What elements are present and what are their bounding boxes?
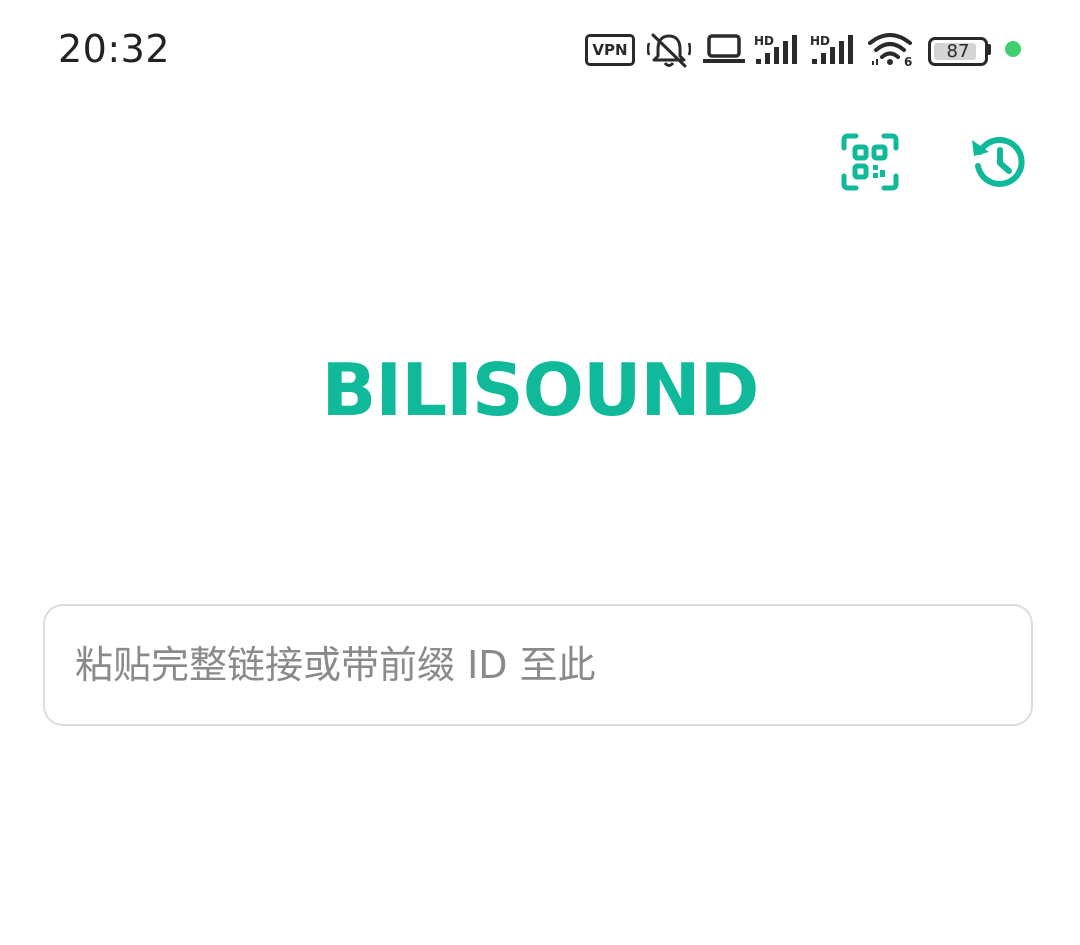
- battery-icon: 87: [928, 37, 988, 66]
- history-button[interactable]: [966, 130, 1030, 194]
- laptop-icon: [703, 34, 745, 63]
- qr-scan-button[interactable]: [838, 130, 902, 194]
- wifi-icon: 6: [868, 33, 912, 67]
- svg-text:6: 6: [904, 55, 912, 67]
- muted-bell-icon: [647, 33, 691, 68]
- battery-percent: 87: [946, 41, 970, 62]
- app-title: BILISOUND: [321, 348, 760, 432]
- battery-cap: [987, 44, 991, 55]
- active-dot-icon: [1005, 41, 1021, 57]
- qr-scan-icon: [841, 133, 899, 191]
- svg-text:HD: HD: [810, 34, 830, 48]
- svg-text:HD: HD: [754, 34, 774, 48]
- vpn-icon: VPN: [585, 34, 635, 66]
- app-screen: 20:32 VPN HD HD 6 87 BILISOUND 粘贴完整链接或带前…: [0, 0, 1080, 945]
- signal-hd-icon: HD: [810, 34, 853, 64]
- status-bar: 20:32 VPN HD HD 6 87: [0, 0, 1080, 100]
- history-icon: [972, 136, 1025, 187]
- signal-hd-icon: HD: [754, 34, 797, 64]
- status-time: 20:32: [58, 27, 171, 71]
- link-input[interactable]: [75, 606, 995, 724]
- search-box[interactable]: [43, 604, 1033, 726]
